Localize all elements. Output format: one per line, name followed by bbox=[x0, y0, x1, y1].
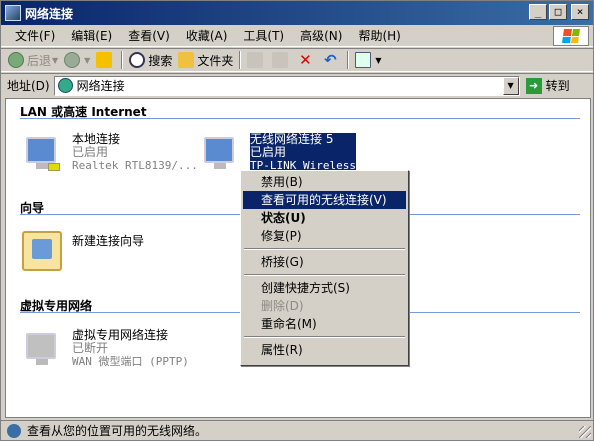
toolbar: 后退 ▼ ▼ 搜索 文件夹 ✕ ↶ ▼ bbox=[1, 48, 593, 72]
window-title: 网络连接 bbox=[25, 6, 74, 21]
undo-button[interactable]: ↶ bbox=[319, 49, 344, 71]
address-bar: 地址(D) 网络连接 ▼ ➜ 转到 bbox=[1, 73, 593, 97]
go-label: 转到 bbox=[545, 79, 570, 93]
resize-grip[interactable] bbox=[579, 426, 591, 438]
menu-item-disable[interactable]: 禁用(B) bbox=[243, 173, 406, 191]
menu-edit[interactable]: 编辑(E) bbox=[63, 27, 120, 44]
search-icon bbox=[129, 52, 146, 68]
back-arrow-icon bbox=[8, 52, 24, 68]
menu-item-properties[interactable]: 属性(R) bbox=[243, 341, 406, 359]
move-to-button[interactable] bbox=[244, 49, 269, 71]
menu-file[interactable]: 文件(F) bbox=[7, 27, 63, 44]
address-dropdown-button[interactable]: ▼ bbox=[502, 76, 519, 95]
connection-status: 已启用 bbox=[72, 145, 109, 159]
forward-button[interactable]: ▼ bbox=[61, 49, 93, 71]
chevron-down-icon[interactable]: ▼ bbox=[84, 56, 90, 65]
up-button[interactable] bbox=[93, 49, 118, 71]
delete-icon: ✕ bbox=[299, 51, 312, 69]
go-arrow-icon: ➜ bbox=[525, 77, 542, 94]
wizard-icon bbox=[20, 229, 64, 273]
menu-help[interactable]: 帮助(H) bbox=[350, 27, 408, 44]
connection-device: Realtek RTL8139/... bbox=[72, 159, 198, 172]
copy-to-button[interactable] bbox=[269, 49, 294, 71]
menu-separator bbox=[243, 333, 406, 341]
connection-local[interactable]: 本地连接 已启用 Realtek RTL8139/... bbox=[20, 133, 198, 177]
network-folder-icon bbox=[5, 5, 21, 21]
wizard-name: 新建连接向导 bbox=[72, 234, 145, 248]
folders-label: 文件夹 bbox=[197, 53, 234, 68]
go-button[interactable]: ➜ 转到 bbox=[525, 77, 570, 94]
connection-device: WAN 微型端口 (PPTP) bbox=[72, 355, 189, 368]
explorer-window: 网络连接 _ □ × 文件(F) 编辑(E) 查看(V) 收藏(A) 工具(T)… bbox=[0, 0, 594, 441]
search-button[interactable]: 搜索 bbox=[126, 49, 175, 71]
menu-separator bbox=[243, 271, 406, 279]
menu-bar: 文件(F) 编辑(E) 查看(V) 收藏(A) 工具(T) 高级(N) 帮助(H… bbox=[1, 25, 593, 47]
move-to-icon bbox=[247, 52, 264, 68]
connection-status: 已启用 bbox=[250, 145, 287, 159]
connection-vpn[interactable]: 虚拟专用网络连接 已断开 WAN 微型端口 (PPTP) bbox=[20, 329, 189, 373]
forward-arrow-icon bbox=[64, 52, 81, 68]
menu-item-bridge[interactable]: 桥接(G) bbox=[243, 253, 406, 271]
menu-item-view-wireless[interactable]: 查看可用的无线连接(V) bbox=[243, 191, 406, 209]
undo-icon: ↶ bbox=[324, 51, 337, 69]
new-connection-wizard[interactable]: 新建连接向导 bbox=[20, 229, 144, 273]
back-label: 后退 bbox=[27, 53, 52, 68]
title-bar[interactable]: 网络连接 _ □ × bbox=[1, 1, 593, 25]
menu-item-create-shortcut[interactable]: 创建快捷方式(S) bbox=[243, 279, 406, 297]
context-menu: 禁用(B) 查看可用的无线连接(V) 状态(U) 修复(P) 桥接(G) 创建快… bbox=[240, 170, 409, 366]
up-folder-icon bbox=[96, 52, 113, 68]
menu-view[interactable]: 查看(V) bbox=[120, 27, 178, 44]
toolbar-separator bbox=[121, 51, 124, 69]
lan-connection-icon bbox=[20, 133, 64, 177]
menu-advanced[interactable]: 高级(N) bbox=[292, 27, 350, 44]
chevron-down-icon[interactable]: ▼ bbox=[52, 56, 58, 65]
folders-button[interactable]: 文件夹 bbox=[175, 49, 236, 71]
address-value: 网络连接 bbox=[76, 79, 125, 93]
maximize-button[interactable]: □ bbox=[549, 4, 567, 20]
menu-separator bbox=[243, 245, 406, 253]
connection-status: 已断开 bbox=[72, 341, 109, 355]
search-label: 搜索 bbox=[148, 53, 173, 68]
address-label: 地址(D) bbox=[7, 79, 50, 93]
menu-item-rename[interactable]: 重命名(M) bbox=[243, 315, 406, 333]
minimize-button[interactable]: _ bbox=[529, 4, 547, 20]
wireless-connection-icon bbox=[198, 133, 242, 177]
menu-item-delete: 删除(D) bbox=[261, 299, 304, 313]
copy-to-icon bbox=[272, 52, 289, 68]
network-connections-icon bbox=[57, 78, 73, 93]
status-text: 查看从您的位置可用的无线网络。 bbox=[27, 424, 208, 438]
delete-button[interactable]: ✕ bbox=[294, 49, 319, 71]
address-input[interactable]: 网络连接 ▼ bbox=[53, 75, 520, 96]
toolbar-separator bbox=[239, 51, 242, 69]
status-info-icon bbox=[7, 423, 21, 438]
windows-logo-icon bbox=[553, 26, 589, 46]
views-icon bbox=[355, 52, 372, 68]
folder-icon bbox=[178, 52, 195, 68]
chevron-down-icon[interactable]: ▼ bbox=[375, 56, 381, 65]
toolbar-separator bbox=[347, 51, 350, 69]
menu-favorites[interactable]: 收藏(A) bbox=[178, 27, 236, 44]
vpn-connection-icon bbox=[20, 329, 64, 373]
views-button[interactable]: ▼ bbox=[352, 49, 384, 71]
menu-item-status[interactable]: 状态(U) bbox=[243, 209, 406, 227]
group-divider bbox=[20, 118, 580, 119]
menu-tools[interactable]: 工具(T) bbox=[235, 27, 292, 44]
menu-item-repair[interactable]: 修复(P) bbox=[243, 227, 406, 245]
status-bar: 查看从您的位置可用的无线网络。 bbox=[1, 420, 593, 440]
back-button[interactable]: 后退 ▼ bbox=[5, 49, 61, 71]
close-button[interactable]: × bbox=[571, 4, 589, 20]
